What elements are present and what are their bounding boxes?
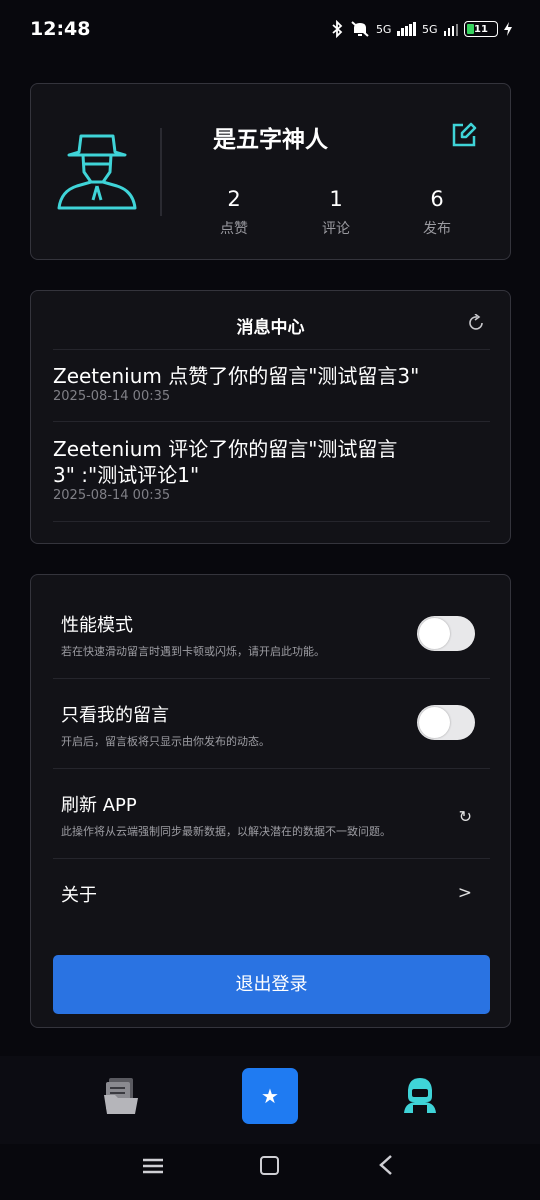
stat-posts-value: 6 [430,187,444,211]
divider [53,768,490,769]
setting-performance-mode: 性能模式 若在快速滑动留言时遇到卡顿或闪烁，请开启此功能。 [53,611,490,671]
signal-icon [397,22,416,36]
divider [53,678,490,679]
status-icons: 5G 5G 11 [330,20,512,38]
home-icon[interactable] [260,1156,279,1175]
setting-desc: 若在快速滑动留言时遇到卡顿或闪烁，请开启此功能。 [61,645,325,658]
battery-icon: 11 [464,21,498,37]
setting-desc: 此操作将从云端强制同步最新数据，以解决潜在的数据不一致问题。 [61,825,391,838]
setting-refresh-app[interactable]: 刷新 APP 此操作将从云端强制同步最新数据，以解决潜在的数据不一致问题。 ↻ [53,791,490,851]
stat-likes[interactable]: 2 点赞 [199,186,269,238]
setting-about[interactable]: 关于 > [53,881,490,915]
profile-card: 是五字神人 2 点赞 1 评论 6 发布 [30,83,511,260]
status-time: 12:48 [30,18,91,40]
stat-comments[interactable]: 1 评论 [301,186,371,238]
performance-mode-toggle[interactable] [417,616,475,651]
star-icon: ★ [261,1084,279,1108]
hacker-user-nav-icon[interactable] [401,1076,439,1114]
message-item[interactable]: Zeetenium 点赞了你的留言"测试留言3" 2025-08-14 00:3… [53,363,483,405]
message-time: 2025-08-14 00:35 [53,488,171,503]
stat-posts-label: 发布 [423,221,451,237]
message-item[interactable]: Zeetenium 评论了你的留言"测试留言 3" :"测试评论1" 2025-… [53,436,483,504]
star-nav-button[interactable]: ★ [242,1068,298,1124]
battery-level: 11 [474,23,488,35]
settings-card: 性能模式 若在快速滑动留言时遇到卡顿或闪烁，请开启此功能。 只看我的留言 开启后… [30,574,511,1028]
charging-icon [504,22,512,36]
message-text: Zeetenium 评论了你的留言"测试留言 [53,437,398,461]
toggle-knob [419,618,450,649]
setting-desc: 开启后，留言板将只显示由你发布的动态。 [61,735,270,748]
stat-likes-value: 2 [227,187,241,211]
stat-comments-label: 评论 [322,221,350,237]
profile-divider [160,128,162,216]
message-center-card: 消息中心 Zeetenium 点赞了你的留言"测试留言3" 2025-08-14… [30,290,511,544]
signal-icon-2 [443,22,458,36]
only-mine-toggle[interactable] [417,705,475,740]
profile-nickname: 是五字神人 [213,127,328,153]
toggle-knob [419,707,450,738]
stat-comments-value: 1 [329,187,343,211]
mute-icon [351,21,369,37]
setting-title: 刷新 APP [61,795,137,816]
message-center-title: 消息中心 [236,318,305,338]
setting-title: 性能模式 [61,615,133,636]
refresh-messages-icon[interactable] [467,314,485,332]
divider [53,521,490,522]
menu-icon[interactable] [143,1158,163,1174]
documents-icon[interactable] [103,1077,139,1115]
setting-title: 关于 [61,885,97,906]
divider [53,349,490,350]
divider [53,421,490,422]
setting-only-mine: 只看我的留言 开启后，留言板将只显示由你发布的动态。 [53,701,490,761]
edit-icon[interactable] [451,122,477,148]
chevron-right-icon: > [457,883,472,903]
network-5g-label: 5G [375,22,392,36]
setting-title: 只看我的留言 [61,705,169,726]
hacker-avatar-icon[interactable] [55,130,139,212]
bluetooth-icon [332,20,343,38]
status-bar: 12:48 5G 5G 11 [0,0,540,58]
network-5g-label-2: 5G [421,22,438,36]
refresh-icon[interactable]: ↻ [459,807,472,826]
back-icon[interactable] [378,1155,394,1175]
message-text: Zeetenium 点赞了你的留言"测试留言3" [53,364,420,388]
stat-likes-label: 点赞 [220,221,248,237]
stat-posts[interactable]: 6 发布 [402,186,472,238]
logout-button[interactable]: 退出登录 [53,955,490,1014]
divider [53,858,490,859]
message-text-cont: 3" :"测试评论1" [53,463,200,487]
message-time: 2025-08-14 00:35 [53,389,171,404]
